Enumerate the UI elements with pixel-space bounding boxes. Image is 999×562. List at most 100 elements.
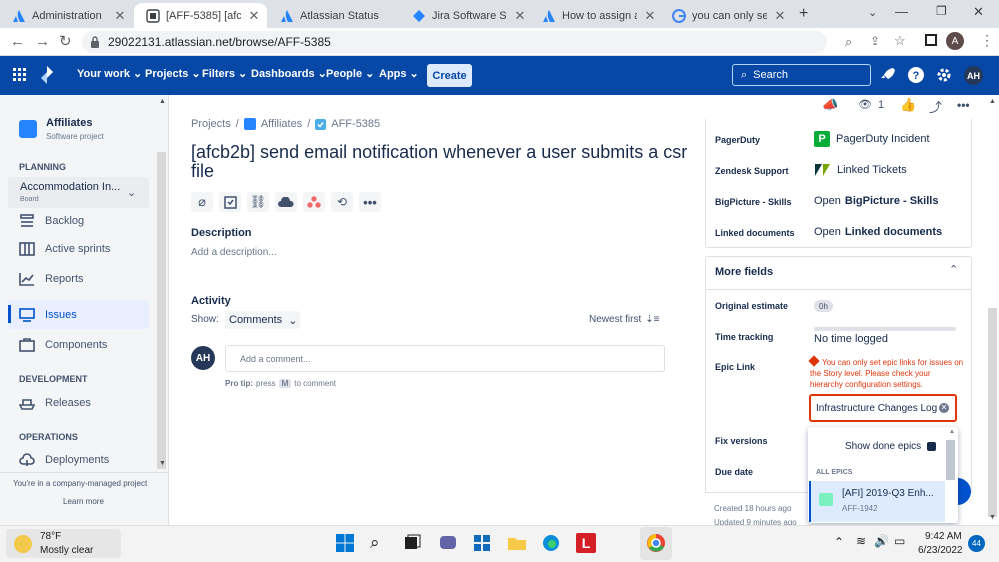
edge-browser-icon[interactable] (541, 533, 561, 553)
sidebar-issues-content[interactable]: Issues (19, 308, 77, 322)
nav-projects[interactable]: Projects ⌄ (145, 67, 201, 81)
nav-apps[interactable]: Apps ⌄ (379, 67, 419, 81)
asana-app-button[interactable] (303, 192, 325, 212)
widgets-icon[interactable] (472, 533, 492, 553)
sidebar-item-releases[interactable]: Releases (19, 396, 91, 410)
chevron-up-icon[interactable]: ⌃ (949, 263, 958, 276)
sidebar-item-active-sprints[interactable]: Active sprints (19, 242, 110, 256)
sync-app-button[interactable]: ⟲ (331, 192, 353, 212)
project-name[interactable]: Affiliates (46, 117, 92, 129)
back-arrow-icon[interactable]: ← (10, 33, 25, 50)
add-child-button[interactable] (219, 192, 241, 212)
scroll-up-arrow-icon[interactable]: ▲ (989, 98, 996, 105)
bookmark-star-icon[interactable]: ☆ (894, 33, 906, 49)
link-issue-button[interactable]: ⛓ (247, 192, 269, 212)
app-switcher-icon[interactable] (12, 67, 28, 83)
close-icon[interactable]: ✕ (643, 8, 657, 24)
window-close-icon[interactable]: ✕ (973, 4, 984, 20)
sidebar-item-reports[interactable]: Reports (19, 272, 84, 286)
issue-title[interactable]: [afcb2b] send email notification wheneve… (191, 143, 691, 181)
zendesk-field[interactable]: Linked Tickets (814, 163, 907, 177)
chrome-icon[interactable] (646, 533, 666, 553)
show-done-epics-toggle[interactable]: Show done epics (845, 441, 937, 452)
lastpass-app-icon[interactable]: L (576, 533, 596, 553)
settings-gear-icon[interactable] (935, 66, 953, 84)
page-scrollbar[interactable] (988, 308, 997, 517)
close-icon[interactable]: ✕ (513, 8, 527, 24)
browser-tab-jira-status[interactable]: Jira Software Status ✕ (400, 3, 533, 28)
notifications-rocket-icon[interactable] (879, 66, 897, 84)
user-avatar[interactable]: AH (964, 66, 983, 85)
close-icon[interactable]: ✕ (773, 8, 787, 24)
comment-input[interactable]: Add a comment... (225, 345, 665, 372)
teams-chat-icon[interactable] (438, 533, 458, 553)
sort-order-button[interactable]: Newest first ⇣≡ (589, 314, 659, 325)
scroll-up-arrow-icon[interactable]: ▲ (949, 429, 955, 435)
thumbs-up-icon[interactable]: 👍 (900, 97, 916, 113)
feedback-megaphone-icon[interactable]: 📣 (822, 97, 838, 113)
address-bar[interactable]: 29022131.atlassian.net/browse/AFF-5385 (82, 31, 827, 53)
dropdown-scrollbar[interactable] (946, 440, 955, 480)
more-dots-icon[interactable]: ••• (957, 98, 970, 112)
browser-tab-google-search[interactable]: you can only set ep ✕ (660, 3, 793, 28)
search-input[interactable]: ⌕ Search (732, 64, 871, 86)
tray-overflow-chevron-icon[interactable]: ⌃ (834, 535, 844, 549)
notification-badge[interactable]: 44 (968, 535, 985, 552)
create-button[interactable]: Create (427, 64, 472, 87)
clear-icon[interactable]: ✕ (939, 403, 949, 413)
browser-tab-issue[interactable]: [AFF-5385] [afcb2b] ✕ (134, 3, 267, 28)
nav-dashboards[interactable]: Dashboards ⌄ (251, 67, 327, 81)
time-tracking-value[interactable]: No time logged (814, 333, 888, 345)
jira-logo-icon[interactable] (38, 65, 56, 85)
zoom-icon[interactable]: ⌕ (845, 34, 852, 50)
search-icon[interactable]: ⌕ (370, 533, 390, 553)
nav-people[interactable]: People ⌄ (326, 67, 374, 81)
nav-your-work[interactable]: Your work ⌄ (77, 67, 142, 81)
browser-tab-atlassian-status[interactable]: Atlassian Status (268, 3, 401, 28)
attach-button[interactable]: ⌀ (191, 192, 213, 212)
minimize-icon[interactable]: — (895, 4, 908, 19)
sidebar-item-backlog[interactable]: Backlog (19, 214, 84, 228)
share-icon[interactable]: ⇪ (870, 34, 880, 48)
task-view-icon[interactable] (402, 533, 422, 553)
sidebar-item-deployments[interactable]: Deployments (19, 453, 109, 467)
file-explorer-icon[interactable] (507, 533, 527, 553)
breadcrumb-projects[interactable]: Projects (191, 118, 231, 130)
close-icon[interactable]: ✕ (113, 8, 127, 24)
new-tab-icon[interactable]: + (799, 5, 808, 23)
learn-more-link[interactable]: Learn more (63, 497, 104, 506)
clock-time[interactable]: 9:42 AM (925, 531, 962, 542)
linked-documents-field[interactable]: Open Linked documents (814, 226, 942, 238)
sidebar-item-components[interactable]: Components (19, 338, 107, 352)
restore-icon[interactable]: ❐ (936, 4, 947, 18)
help-icon[interactable]: ? (907, 66, 925, 84)
activity-filter-select[interactable]: Comments ⌄ (225, 311, 300, 329)
breadcrumb-issue-key[interactable]: AFF-5385 (331, 118, 380, 130)
description-placeholder[interactable]: Add a description... (191, 247, 277, 258)
checkbox[interactable] (927, 442, 937, 451)
reload-icon[interactable]: ↻ (59, 32, 72, 50)
nav-filters[interactable]: Filters ⌄ (202, 67, 247, 81)
tab-search-chevron-icon[interactable]: ⌄ (868, 6, 877, 19)
side-panel-icon[interactable] (925, 34, 937, 46)
bigpicture-field[interactable]: Open BigPicture - Skills (814, 195, 938, 207)
scroll-down-arrow-icon[interactable]: ▼ (159, 460, 166, 467)
browser-menu-icon[interactable]: ⋮ (980, 32, 994, 49)
profile-avatar[interactable]: A (946, 32, 964, 50)
scroll-up-arrow-icon[interactable]: ▲ (159, 98, 166, 105)
breadcrumb-affiliates[interactable]: Affiliates (261, 118, 302, 130)
battery-icon[interactable]: ▭ (894, 534, 905, 548)
time-tracking-bar[interactable] (814, 327, 956, 331)
cloud-app-button[interactable] (275, 192, 297, 212)
epic-link-input[interactable]: Infrastructure Changes Log (809, 394, 957, 422)
pagerduty-field[interactable]: P PagerDuty Incident (814, 131, 930, 147)
forward-arrow-icon[interactable]: → (35, 33, 50, 50)
scroll-down-arrow-icon[interactable]: ▼ (989, 514, 996, 521)
browser-tab-administration[interactable]: Administration ✕ (0, 3, 133, 28)
windows-start-icon[interactable] (335, 533, 355, 553)
more-actions-button[interactable]: ••• (359, 192, 381, 212)
watch-button[interactable]: 👁 1 (858, 98, 884, 112)
volume-icon[interactable]: 🔊 (874, 534, 889, 548)
browser-tab-how-to-assign[interactable]: How to assign an e ✕ (530, 3, 663, 28)
wifi-icon[interactable]: ≋ (856, 534, 866, 548)
